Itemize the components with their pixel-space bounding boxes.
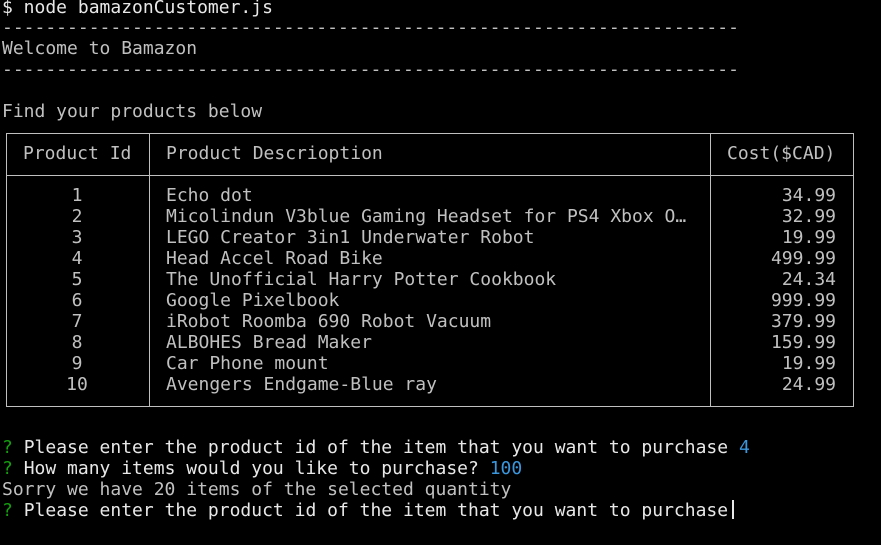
find-products-label: Find your products below <box>2 101 263 122</box>
product-id-cell: 2 <box>71 206 83 227</box>
product-cost-cell: 159.99 <box>770 332 836 353</box>
product-description-cell: Micolindun V3blue Gaming Headset for PS4… <box>166 206 687 227</box>
product-id-cell: 10 <box>66 374 88 395</box>
table-row: 8 ALBOHES Bread Maker 159.99 <box>0 332 881 353</box>
product-cost-cell: 32.99 <box>781 206 836 227</box>
product-cost-cell: 379.99 <box>770 311 836 332</box>
product-cost-cell: 24.34 <box>781 269 836 290</box>
product-cost-cell: 999.99 <box>770 290 836 311</box>
prompt-line-quantity: ? How many items would you like to purch… <box>2 458 522 479</box>
product-description-cell: Echo dot <box>166 185 253 206</box>
prompt-question: How many items would you like to purchas… <box>23 458 479 479</box>
product-id-cell: 4 <box>71 248 83 269</box>
product-cost-cell: 24.99 <box>781 374 836 395</box>
product-id-cell: 1 <box>71 185 83 206</box>
product-description-cell: iRobot Roomba 690 Robot Vacuum <box>166 311 492 332</box>
welcome-text: Welcome to Bamazon <box>2 38 198 59</box>
table-row: 4 Head Accel Road Bike 499.99 <box>0 248 881 269</box>
product-description-cell: Avengers Endgame-Blue ray <box>166 374 437 395</box>
product-cost-cell: 499.99 <box>770 248 836 269</box>
prompt-answer: 4 <box>738 437 750 458</box>
column-header-product-id: Product Id <box>23 143 132 164</box>
product-description-cell: Google Pixelbook <box>166 290 340 311</box>
table-row: 6 Google Pixelbook 999.99 <box>0 290 881 311</box>
error-message: Sorry we have 20 items of the selected q… <box>2 479 512 500</box>
table-row: 5 The Unofficial Harry Potter Cookbook 24.… <box>0 269 881 290</box>
product-description-cell: ALBOHES Bread Maker <box>166 332 372 353</box>
divider-top: ----------------------------------------… <box>2 17 739 38</box>
table-row: 7 iRobot Roomba 690 Robot Vacuum 379.99 <box>0 311 881 332</box>
prompt-marker: ? <box>2 437 13 458</box>
prompt-answer: 100 <box>489 458 523 479</box>
product-description-cell: Head Accel Road Bike <box>166 248 383 269</box>
product-cost-cell: 34.99 <box>781 185 836 206</box>
product-id-cell: 8 <box>71 332 83 353</box>
text-cursor[interactable] <box>732 500 735 519</box>
table-header-divider <box>6 175 854 176</box>
command-line: $ node bamazonCustomer.js <box>2 0 273 18</box>
product-id-cell: 5 <box>71 269 83 290</box>
prompt-marker: ? <box>2 500 13 521</box>
prompt-marker: ? <box>2 458 13 479</box>
product-cost-cell: 19.99 <box>781 227 836 248</box>
product-id-cell: 9 <box>71 353 83 374</box>
table-row: 3 LEGO Creator 3in1 Underwater Robot 19.99 <box>0 227 881 248</box>
table-row: 9 Car Phone mount 19.99 <box>0 353 881 374</box>
product-cost-cell: 19.99 <box>781 353 836 374</box>
product-id-cell: 7 <box>71 311 83 332</box>
prompt-question: Please enter the product id of the item … <box>23 500 729 521</box>
product-id-cell: 3 <box>71 227 83 248</box>
column-header-description: Product Descrioption <box>166 143 383 164</box>
table-row: 2 Micolindun V3blue Gaming Headset for PS… <box>0 206 881 227</box>
product-description-cell: The Unofficial Harry Potter Cookbook <box>166 269 557 290</box>
column-header-cost: Cost($CAD) <box>727 143 836 164</box>
terminal-window[interactable]: { "terminal": { "command": "$ node bamaz… <box>0 0 881 545</box>
divider-bottom: ----------------------------------------… <box>2 59 739 80</box>
table-row: 10 Avengers Endgame-Blue ray 24.99 <box>0 374 881 395</box>
product-description-cell: LEGO Creator 3in1 Underwater Robot <box>166 227 535 248</box>
product-description-cell: Car Phone mount <box>166 353 329 374</box>
prompt-question: Please enter the product id of the item … <box>23 437 729 458</box>
product-id-cell: 6 <box>71 290 83 311</box>
table-row: 1 Echo dot 34.99 <box>0 185 881 206</box>
prompt-line-product-id: ? Please enter the product id of the ite… <box>2 437 750 458</box>
prompt-line-active[interactable]: ? Please enter the product id of the ite… <box>2 500 735 521</box>
